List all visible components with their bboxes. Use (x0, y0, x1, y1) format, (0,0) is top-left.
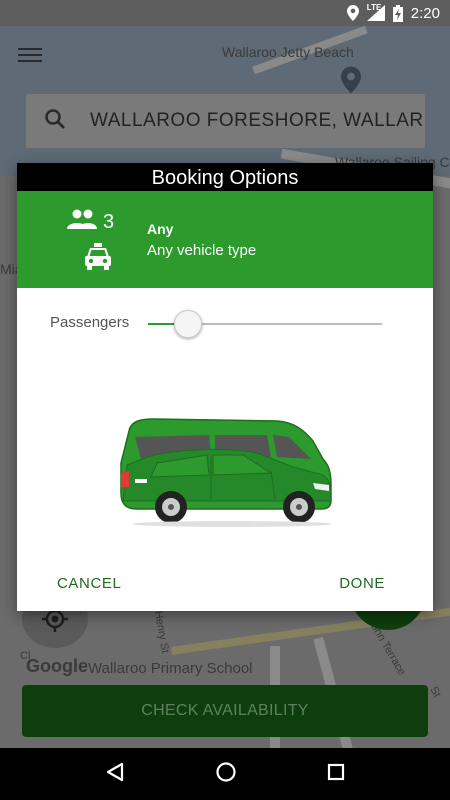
vehicle-type-subtitle: Any vehicle type (147, 242, 257, 259)
home-icon[interactable] (215, 761, 237, 788)
passenger-count: 3 (103, 210, 115, 233)
battery-charging-icon (392, 4, 403, 22)
back-icon[interactable] (104, 761, 126, 788)
dialog-title: Booking Options (17, 163, 433, 191)
network-type: LTE (366, 3, 382, 12)
signal-icon: LTE (366, 3, 385, 21)
done-button[interactable]: DONE (339, 575, 385, 592)
menu-icon[interactable] (18, 44, 42, 64)
navigation-bar (0, 748, 450, 800)
passenger-summary: 3 (67, 209, 114, 235)
passengers-slider[interactable] (148, 310, 382, 338)
search-icon (44, 108, 66, 135)
vehicle-type-title: Any (147, 221, 174, 237)
clock: 2:20 (410, 4, 440, 22)
booking-options-dialog: Booking Options 3 Any Any vehicle type P… (17, 163, 433, 611)
search-bar[interactable]: WALLAROO FORESHORE, WALLAR (26, 94, 425, 148)
people-icon (67, 209, 97, 235)
search-input[interactable]: WALLAROO FORESHORE, WALLAR (90, 110, 424, 132)
cancel-button[interactable]: CANCEL (57, 575, 121, 592)
map-label-school: Wallaroo Primary School (88, 660, 253, 677)
van-image (117, 413, 332, 533)
location-pin-icon (346, 5, 359, 21)
map-label-jetty: Wallaroo Jetty Beach (222, 44, 354, 60)
vehicle-summary: 3 Any Any vehicle type (17, 191, 433, 288)
map-label-henry: Henry St (151, 609, 172, 655)
recents-icon[interactable] (326, 762, 346, 787)
slider-thumb[interactable] (173, 310, 202, 338)
taxi-icon (83, 243, 113, 276)
status-bar: LTE 2:20 (0, 0, 450, 26)
google-logo: Google (26, 656, 88, 676)
check-availability-button[interactable]: CHECK AVAILABILITY (22, 685, 428, 737)
map-label-st: St (427, 684, 444, 700)
dialog-actions: CANCEL DONE (17, 561, 433, 611)
passengers-label: Passengers (50, 314, 130, 331)
